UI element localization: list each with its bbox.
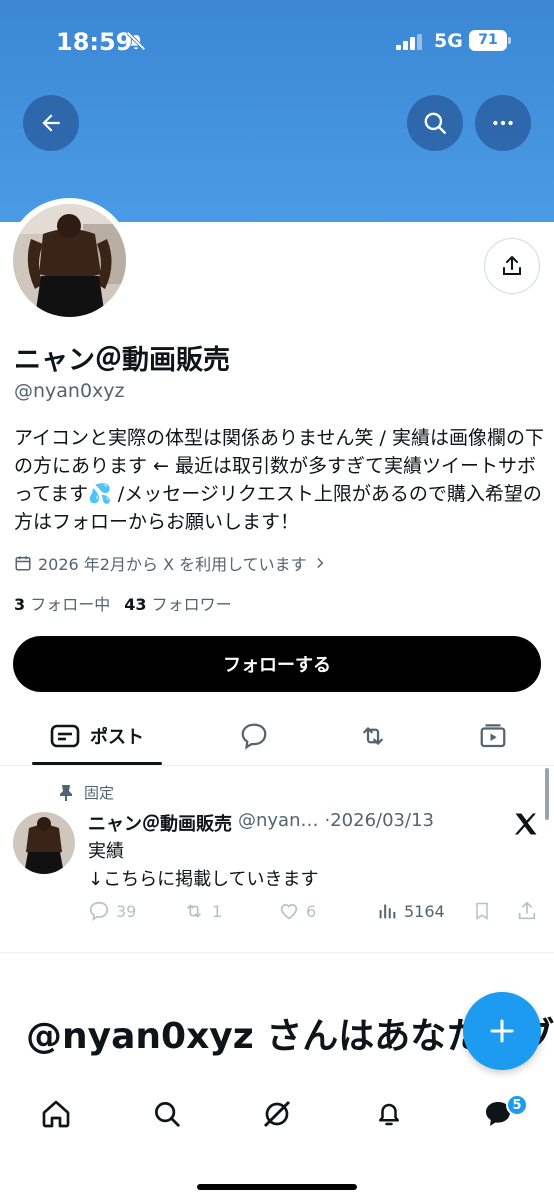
bar-chart-icon (379, 904, 396, 919)
tab-posts[interactable]: ポスト (32, 706, 162, 766)
nav-search[interactable] (147, 1094, 187, 1134)
post-author-name[interactable]: ニャン＠動画販売 (88, 810, 232, 836)
more-options-button[interactable] (475, 95, 531, 151)
post-author-avatar[interactable] (13, 812, 75, 874)
chevron-right-icon (317, 558, 324, 568)
following-label: フォロー中 (30, 595, 111, 614)
active-tab-indicator (32, 762, 162, 765)
like-count: 6 (306, 901, 317, 921)
calendar-icon (15, 556, 31, 571)
profile-display-name: ニャン＠動画販売 (14, 345, 230, 376)
more-dots-icon (493, 120, 513, 126)
share-profile-button[interactable] (484, 238, 540, 294)
pin-icon (60, 784, 72, 801)
profile-avatar[interactable] (7, 198, 132, 323)
post-header: ニャン＠動画販売 @nyan… ·2026/03/13 (88, 810, 434, 836)
following-link[interactable]: 3 フォロー中 (14, 591, 110, 615)
bookmark-icon (476, 902, 488, 920)
video-icon (480, 724, 506, 748)
x-logo-icon (514, 813, 537, 835)
follow-stats: 3 フォロー中 43 フォロワー (14, 591, 232, 615)
followers-label: フォロワー (151, 595, 232, 614)
bell-icon (379, 1103, 399, 1126)
signal-icon (396, 34, 422, 50)
avatar-image (13, 204, 126, 317)
post-author-handle[interactable]: @nyan… (238, 810, 319, 836)
bell-off-icon (126, 31, 146, 51)
follow-button[interactable]: フォローする (13, 636, 541, 692)
tab-media[interactable] (465, 706, 521, 766)
reply-count: 39 (116, 901, 137, 921)
bottom-navigation (0, 1078, 554, 1200)
divider (0, 952, 554, 953)
network-type: 5G (434, 30, 463, 52)
avatar-image (13, 812, 75, 874)
profile-tabs: ポスト (0, 706, 554, 766)
posts-tab-icon (50, 724, 80, 748)
messages-badge: 5 (506, 1094, 528, 1116)
home-icon (42, 1100, 70, 1128)
reply-icon (89, 901, 109, 921)
followers-count: 43 (124, 595, 147, 614)
repost-count: 1 (212, 901, 223, 921)
profile-bio: アイコンと実際の体型は関係ありません笑 / 実績は画像欄の下の方にあります ← … (14, 427, 544, 533)
post-text: 実績 ↓こちらに掲載していきます (88, 838, 319, 894)
tab-reposts[interactable] (345, 706, 401, 766)
tab-replies[interactable] (226, 706, 282, 766)
nav-grok[interactable] (257, 1094, 297, 1134)
back-button[interactable] (23, 95, 79, 151)
compose-post-button[interactable] (463, 992, 541, 1070)
followers-link[interactable]: 43 フォロワー (124, 591, 231, 615)
nav-notifications[interactable] (369, 1094, 409, 1134)
repost-action[interactable]: 1 (182, 900, 222, 922)
share-icon (503, 256, 521, 275)
repost-icon (363, 726, 383, 746)
share-post-action[interactable] (516, 900, 538, 922)
search-button[interactable] (407, 95, 463, 151)
share-icon (518, 901, 536, 920)
grok-icon (263, 1100, 291, 1128)
tab-posts-label: ポスト (90, 727, 144, 748)
joined-date[interactable]: 2026 年2月から X を利用しています (14, 551, 327, 575)
like-action[interactable]: 6 (278, 900, 316, 922)
battery-nub (508, 37, 511, 44)
post-line-1: 実績 (88, 841, 124, 862)
status-time: 18:59 (56, 28, 133, 56)
search-icon (155, 1102, 180, 1127)
plus-icon (490, 1019, 514, 1043)
repost-icon (186, 904, 202, 918)
views-action[interactable]: 5164 (376, 900, 445, 922)
nav-home[interactable] (36, 1094, 76, 1134)
arrow-left-icon (42, 114, 60, 132)
reply-action[interactable]: 39 (88, 900, 136, 922)
post-line-2: ↓こちらに掲載していきます (88, 869, 319, 890)
following-count: 3 (14, 595, 26, 614)
post-date[interactable]: ·2026/03/13 (325, 810, 434, 836)
bookmark-action[interactable] (472, 900, 492, 922)
battery-indicator: 71 (469, 30, 507, 51)
scrollbar[interactable] (545, 768, 549, 820)
search-icon (424, 112, 446, 134)
view-count: 5164 (404, 901, 445, 921)
pinned-label: 固定 (84, 784, 115, 802)
pinned-indicator: 固定 (58, 782, 114, 803)
joined-text: 2026 年2月から X を利用しています (38, 555, 307, 574)
profile-handle: @nyan0xyz (14, 380, 125, 402)
heart-icon (280, 904, 298, 920)
post-actions: 39 1 6 5164 (88, 900, 540, 928)
home-indicator (197, 1184, 357, 1190)
reply-bubble-icon (241, 723, 267, 750)
